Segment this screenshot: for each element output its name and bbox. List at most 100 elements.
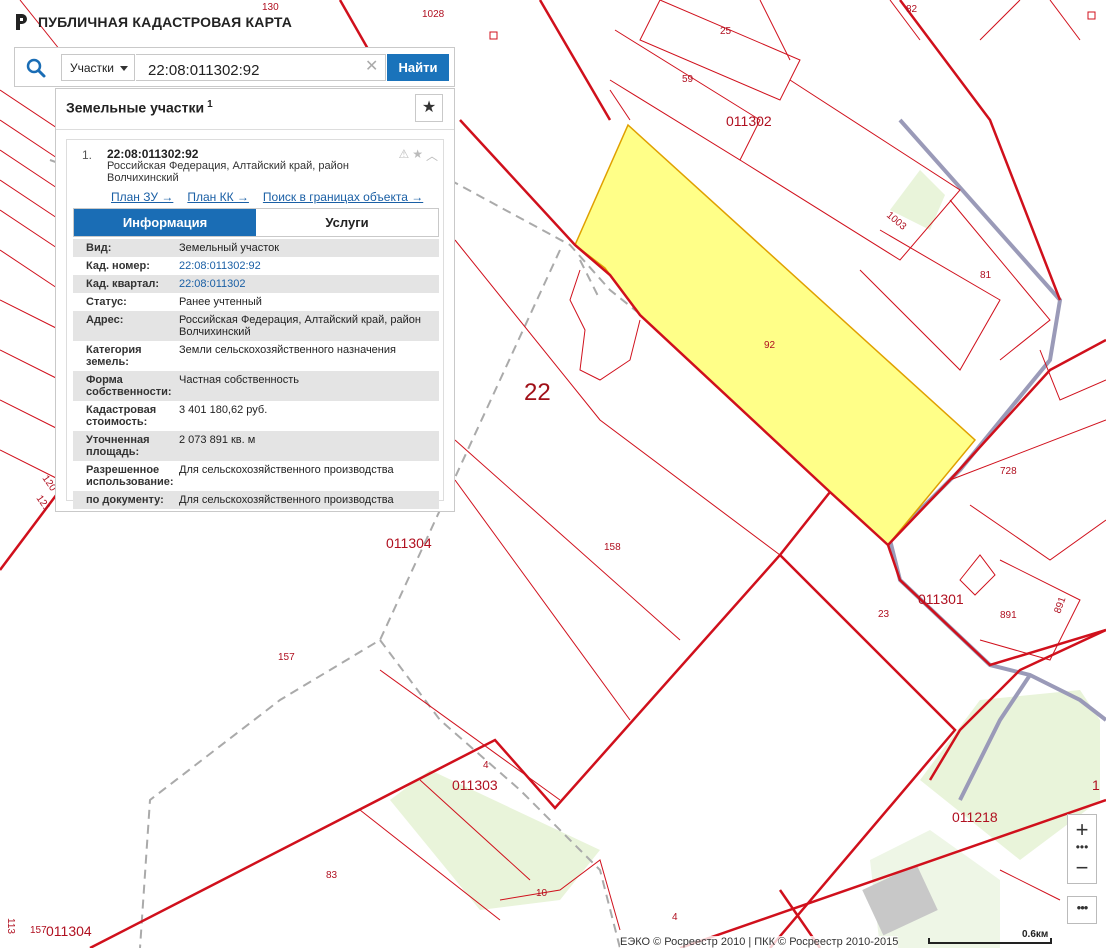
result-card: 1. 22:08:011302:92 Российская Федерация,… (66, 139, 444, 509)
info-key: Вид: (86, 242, 112, 254)
info-key: Форма собственности: (86, 374, 172, 398)
quarter-label: 011303 (452, 777, 498, 793)
result-address: Российская Федерация, Алтайский край, ра… (107, 160, 349, 184)
scale-label: 0.6км (1022, 929, 1049, 940)
search-in-bounds-link[interactable]: Поиск в границах объекта → (263, 190, 423, 204)
parcel-label: 83 (326, 870, 338, 881)
info-key: Адрес: (86, 314, 124, 326)
panel-title-text: Земельные участки (66, 99, 205, 116)
info-row: Адрес: Российская Федерация, Алтайский к… (73, 311, 439, 341)
tab-services[interactable]: Услуги (256, 209, 438, 236)
search-type-select[interactable]: Участки (61, 54, 135, 81)
info-key: Разрешенное использование: (86, 464, 174, 488)
quarter-label: 011302 (726, 113, 772, 129)
info-tabs: Информация Услуги (73, 208, 439, 237)
card-actions: ⚠ ★ ︿ (398, 147, 438, 164)
clear-icon[interactable]: ✕ (365, 59, 378, 75)
favorites-button[interactable]: ★ (415, 94, 443, 122)
info-key: Кад. номер: (86, 260, 150, 272)
search-type-label: Участки (70, 61, 114, 75)
search-input[interactable] (136, 54, 386, 81)
parcel-label: 121 (34, 493, 53, 513)
parcel-label: 891 (1000, 610, 1017, 621)
cadastral-number-link[interactable]: 22:08:011302:92 (179, 257, 439, 275)
results-panel: Земельные участки 1 ★ 1. 22:08:011302:92 … (55, 88, 455, 512)
result-links: План ЗУ → План КК → Поиск в границах объ… (111, 190, 423, 204)
quarter-label: 011304 (386, 535, 432, 551)
parcel-label: 1028 (422, 9, 445, 20)
info-key: Статус: (86, 296, 127, 308)
info-value: 3 401 180,62 руб. (179, 404, 268, 416)
info-value: 2 073 891 кв. м (179, 434, 256, 446)
result-count: 1 (207, 99, 213, 110)
quarter-label: 011301 (918, 591, 964, 607)
info-table: Вид: Земельный участок Кад. номер: 22:08… (73, 239, 439, 509)
parcel-label: 81 (980, 270, 992, 281)
rosreestr-logo-icon (16, 14, 27, 30)
zoom-out-button[interactable]: − (1068, 853, 1096, 883)
panel-header: Земельные участки 1 ★ (56, 89, 454, 130)
app-title: ПУБЛИЧНАЯ КАДАСТРОВАЯ КАРТА (38, 14, 293, 30)
parcel-label: 4 (672, 912, 678, 923)
parcel-label: 157 (30, 925, 47, 936)
district-label: 22 (524, 379, 551, 406)
quarter-label: 011304 (46, 923, 92, 939)
result-cadastral-number[interactable]: 22:08:011302:92 (107, 147, 198, 161)
info-row: по документу: Для сельскохозяйственного … (73, 491, 439, 509)
info-row: Кад. квартал: 22:08:011302 (73, 275, 439, 293)
zoom-control: + ••• − (1067, 814, 1097, 884)
parcel-label: 728 (1000, 466, 1017, 477)
info-value: Земли сельскохозяйственного назначения (179, 344, 396, 356)
plan-zu-link[interactable]: План ЗУ → (111, 190, 173, 204)
tab-information[interactable]: Информация (74, 209, 256, 236)
info-key: Кад. квартал: (86, 278, 160, 290)
quarter-label: 011218 (952, 809, 998, 825)
info-row: Кад. номер: 22:08:011302:92 (73, 257, 439, 275)
parcel-label: 23 (878, 609, 890, 620)
parcel-label: 158 (604, 542, 621, 553)
parcel-label: 1 (1092, 777, 1100, 793)
info-row: Кадастровая стоимость: 3 401 180,62 руб. (73, 401, 439, 431)
more-options-button[interactable]: ••• (1067, 896, 1097, 924)
parcel-label: 82 (906, 4, 918, 15)
info-value: Для сельскохозяйственного производства (179, 464, 394, 476)
zoom-dots-icon: ••• (1075, 840, 1089, 854)
parcel-label: 113 (5, 918, 16, 934)
info-key: Категория земель: (86, 344, 142, 368)
info-key: по документу: (86, 494, 164, 506)
info-key: Уточненная площадь: (86, 434, 150, 458)
chevron-up-icon[interactable]: ︿ (426, 147, 438, 164)
info-value: Российская Федерация, Алтайский край, ра… (179, 314, 421, 338)
warning-icon[interactable]: ⚠ (398, 147, 409, 164)
small-parcel (489, 31, 498, 40)
search-bar: Участки ✕ Найти (14, 47, 455, 87)
star-icon[interactable]: ★ (412, 147, 423, 164)
parcel-label: 891 (1052, 595, 1068, 615)
info-row: Вид: Земельный участок (73, 239, 439, 257)
parcel-label: 157 (278, 652, 295, 663)
map-attribution: ЕЭКО © Росреестр 2010 | ПКК © Росреестр … (620, 936, 899, 948)
info-row: Уточненная площадь: 2 073 891 кв. м (73, 431, 439, 461)
info-row: Статус: Ранее учтенный (73, 293, 439, 311)
info-value: Земельный участок (179, 242, 280, 254)
parcel-label: 4 (483, 760, 489, 771)
info-row: Форма собственности: Частная собственнос… (73, 371, 439, 401)
info-value: Для сельскохозяйственного производства (179, 494, 394, 506)
result-index: 1. (82, 148, 93, 162)
panel-title: Земельные участки 1 (66, 99, 213, 116)
parcel-label: 59 (682, 74, 694, 85)
parcel-label: 92 (764, 340, 776, 351)
info-value: Ранее учтенный (179, 296, 262, 308)
parcel-label: 10 (536, 888, 548, 899)
search-icon[interactable] (25, 57, 47, 79)
chevron-down-icon (120, 66, 128, 71)
parcel-label: 25 (720, 26, 732, 37)
info-value: Частная собственность (179, 374, 300, 386)
info-row: Категория земель: Земли сельскохозяйстве… (73, 341, 439, 371)
find-button[interactable]: Найти (387, 54, 449, 81)
app-header: ПУБЛИЧНАЯ КАДАСТРОВАЯ КАРТА (14, 10, 292, 34)
info-row: Разрешенное использование: Для сельскохо… (73, 461, 439, 491)
plan-kk-link[interactable]: План КК → (187, 190, 249, 204)
cadastral-quarter-link[interactable]: 22:08:011302 (179, 275, 439, 293)
small-parcel (1087, 11, 1096, 20)
